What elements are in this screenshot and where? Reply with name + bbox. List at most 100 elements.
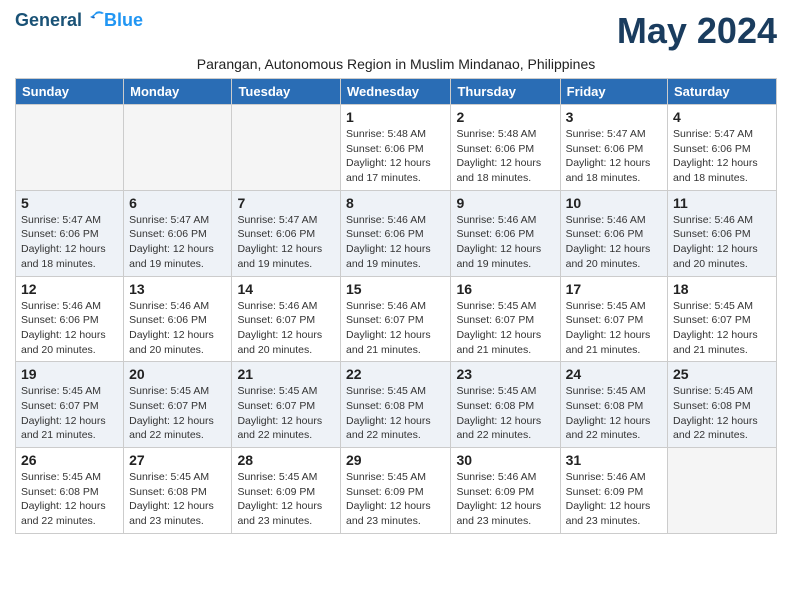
day-info: Sunrise: 5:46 AM Sunset: 6:06 PM Dayligh… (673, 213, 771, 272)
day-number: 12 (21, 281, 118, 297)
day-number: 17 (566, 281, 662, 297)
day-info: Sunrise: 5:45 AM Sunset: 6:07 PM Dayligh… (21, 384, 118, 443)
day-info: Sunrise: 5:45 AM Sunset: 6:07 PM Dayligh… (129, 384, 226, 443)
day-info: Sunrise: 5:46 AM Sunset: 6:06 PM Dayligh… (456, 213, 554, 272)
col-thursday: Thursday (451, 79, 560, 105)
table-row: 3Sunrise: 5:47 AM Sunset: 6:06 PM Daylig… (560, 105, 667, 191)
table-row: 17 Sunrise: 5:45 AM Sunset: 6:07 PM Dayli… (560, 276, 667, 362)
day-number: 24 (566, 366, 662, 382)
day-number: 7 (237, 195, 335, 211)
day-number: 25 (673, 366, 771, 382)
day-info: Sunrise: 5:48 AM Sunset: 6:06 PM Dayligh… (456, 127, 554, 186)
day-info: Sunrise: 5:45 AM Sunset: 6:09 PM Dayligh… (346, 470, 445, 529)
table-row: 22Sunrise: 5:45 AM Sunset: 6:08 PM Dayli… (341, 362, 451, 448)
table-row: 26 Sunrise: 5:45 AM Sunset: 6:08 PM Dayli… (16, 448, 124, 534)
day-info: Sunrise: 5:46 AM Sunset: 6:07 PM Dayligh… (346, 299, 445, 358)
day-number: 1 (346, 109, 445, 125)
day-number: 13 (129, 281, 226, 297)
day-number: 6 (129, 195, 226, 211)
table-row: 21 Sunrise: 5:45 AM Sunset: 6:07 PM Dayli… (232, 362, 341, 448)
day-number: 31 (566, 452, 662, 468)
table-row: 12 Sunrise: 5:46 AM Sunset: 6:06 PM Dayli… (16, 276, 124, 362)
day-info: Sunrise: 5:46 AM Sunset: 6:09 PM Dayligh… (566, 470, 662, 529)
day-number: 10 (566, 195, 662, 211)
day-number: 16 (456, 281, 554, 297)
table-row (16, 105, 124, 191)
col-monday: Monday (124, 79, 232, 105)
table-row: 8 Sunrise: 5:46 AM Sunset: 6:06 PM Daylig… (341, 190, 451, 276)
table-row: 2 Sunrise: 5:48 AM Sunset: 6:06 PM Daylig… (451, 105, 560, 191)
table-row: 10 Sunrise: 5:46 AM Sunset: 6:06 PM Dayli… (560, 190, 667, 276)
day-info: Sunrise: 5:45 AM Sunset: 6:08 PM Dayligh… (21, 470, 118, 529)
col-saturday: Saturday (668, 79, 777, 105)
day-info: Sunrise: 5:45 AM Sunset: 6:07 PM Dayligh… (673, 299, 771, 358)
header: General Blue May 2024 (15, 10, 777, 52)
table-row: 16 Sunrise: 5:45 AM Sunset: 6:07 PM Dayli… (451, 276, 560, 362)
day-number: 2 (456, 109, 554, 125)
col-tuesday: Tuesday (232, 79, 341, 105)
subtitle: Parangan, Autonomous Region in Muslim Mi… (15, 56, 777, 72)
table-row: 15Sunrise: 5:46 AM Sunset: 6:07 PM Dayli… (341, 276, 451, 362)
day-number: 9 (456, 195, 554, 211)
logo-text: General (15, 10, 106, 32)
table-row: 27Sunrise: 5:45 AM Sunset: 6:08 PM Dayli… (124, 448, 232, 534)
col-sunday: Sunday (16, 79, 124, 105)
day-number: 18 (673, 281, 771, 297)
table-row: 25 Sunrise: 5:45 AM Sunset: 6:08 PM Dayli… (668, 362, 777, 448)
day-info: Sunrise: 5:47 AM Sunset: 6:06 PM Dayligh… (673, 127, 771, 186)
page: General Blue May 2024 Parangan, Autonomo… (0, 0, 792, 544)
day-number: 4 (673, 109, 771, 125)
day-info: Sunrise: 5:46 AM Sunset: 6:06 PM Dayligh… (129, 299, 226, 358)
day-number: 28 (237, 452, 335, 468)
day-number: 5 (21, 195, 118, 211)
day-info: Sunrise: 5:45 AM Sunset: 6:08 PM Dayligh… (673, 384, 771, 443)
day-number: 22 (346, 366, 445, 382)
calendar-week-row: 26 Sunrise: 5:45 AM Sunset: 6:08 PM Dayli… (16, 448, 777, 534)
logo-bird-icon (84, 10, 106, 32)
day-info: Sunrise: 5:46 AM Sunset: 6:07 PM Dayligh… (237, 299, 335, 358)
day-number: 23 (456, 366, 554, 382)
day-info: Sunrise: 5:46 AM Sunset: 6:06 PM Dayligh… (21, 299, 118, 358)
calendar-week-row: 19Sunrise: 5:45 AM Sunset: 6:07 PM Dayli… (16, 362, 777, 448)
day-info: Sunrise: 5:48 AM Sunset: 6:06 PM Dayligh… (346, 127, 445, 186)
day-number: 26 (21, 452, 118, 468)
month-title: May 2024 (617, 10, 777, 52)
day-number: 8 (346, 195, 445, 211)
day-number: 27 (129, 452, 226, 468)
table-row: 6 Sunrise: 5:47 AM Sunset: 6:06 PM Daylig… (124, 190, 232, 276)
table-row: 19Sunrise: 5:45 AM Sunset: 6:07 PM Dayli… (16, 362, 124, 448)
col-friday: Friday (560, 79, 667, 105)
day-info: Sunrise: 5:46 AM Sunset: 6:06 PM Dayligh… (346, 213, 445, 272)
day-info: Sunrise: 5:45 AM Sunset: 6:08 PM Dayligh… (456, 384, 554, 443)
table-row (232, 105, 341, 191)
calendar-week-row: 5 Sunrise: 5:47 AM Sunset: 6:06 PM Daylig… (16, 190, 777, 276)
table-row: 31 Sunrise: 5:46 AM Sunset: 6:09 PM Dayli… (560, 448, 667, 534)
day-info: Sunrise: 5:47 AM Sunset: 6:06 PM Dayligh… (566, 127, 662, 186)
day-number: 14 (237, 281, 335, 297)
table-row: 4 Sunrise: 5:47 AM Sunset: 6:06 PM Daylig… (668, 105, 777, 191)
table-row: 20Sunrise: 5:45 AM Sunset: 6:07 PM Dayli… (124, 362, 232, 448)
day-info: Sunrise: 5:47 AM Sunset: 6:06 PM Dayligh… (237, 213, 335, 272)
table-row: 24Sunrise: 5:45 AM Sunset: 6:08 PM Dayli… (560, 362, 667, 448)
day-number: 21 (237, 366, 335, 382)
table-row: 1 Sunrise: 5:48 AM Sunset: 6:06 PM Daylig… (341, 105, 451, 191)
logo: General Blue (15, 10, 143, 32)
table-row: 7 Sunrise: 5:47 AM Sunset: 6:06 PM Daylig… (232, 190, 341, 276)
day-info: Sunrise: 5:45 AM Sunset: 6:07 PM Dayligh… (237, 384, 335, 443)
table-row: 23 Sunrise: 5:45 AM Sunset: 6:08 PM Dayli… (451, 362, 560, 448)
calendar-table: Sunday Monday Tuesday Wednesday Thursday… (15, 78, 777, 534)
calendar-week-row: 1 Sunrise: 5:48 AM Sunset: 6:06 PM Daylig… (16, 105, 777, 191)
day-info: Sunrise: 5:47 AM Sunset: 6:06 PM Dayligh… (129, 213, 226, 272)
table-row: 30Sunrise: 5:46 AM Sunset: 6:09 PM Dayli… (451, 448, 560, 534)
table-row: 9 Sunrise: 5:46 AM Sunset: 6:06 PM Daylig… (451, 190, 560, 276)
table-row: 5Sunrise: 5:47 AM Sunset: 6:06 PM Daylig… (16, 190, 124, 276)
day-info: Sunrise: 5:46 AM Sunset: 6:06 PM Dayligh… (566, 213, 662, 272)
calendar-header-row: Sunday Monday Tuesday Wednesday Thursday… (16, 79, 777, 105)
day-info: Sunrise: 5:45 AM Sunset: 6:07 PM Dayligh… (566, 299, 662, 358)
col-wednesday: Wednesday (341, 79, 451, 105)
table-row: 14 Sunrise: 5:46 AM Sunset: 6:07 PM Dayli… (232, 276, 341, 362)
day-info: Sunrise: 5:45 AM Sunset: 6:09 PM Dayligh… (237, 470, 335, 529)
calendar-week-row: 12 Sunrise: 5:46 AM Sunset: 6:06 PM Dayli… (16, 276, 777, 362)
table-row: 29Sunrise: 5:45 AM Sunset: 6:09 PM Dayli… (341, 448, 451, 534)
day-info: Sunrise: 5:45 AM Sunset: 6:07 PM Dayligh… (456, 299, 554, 358)
